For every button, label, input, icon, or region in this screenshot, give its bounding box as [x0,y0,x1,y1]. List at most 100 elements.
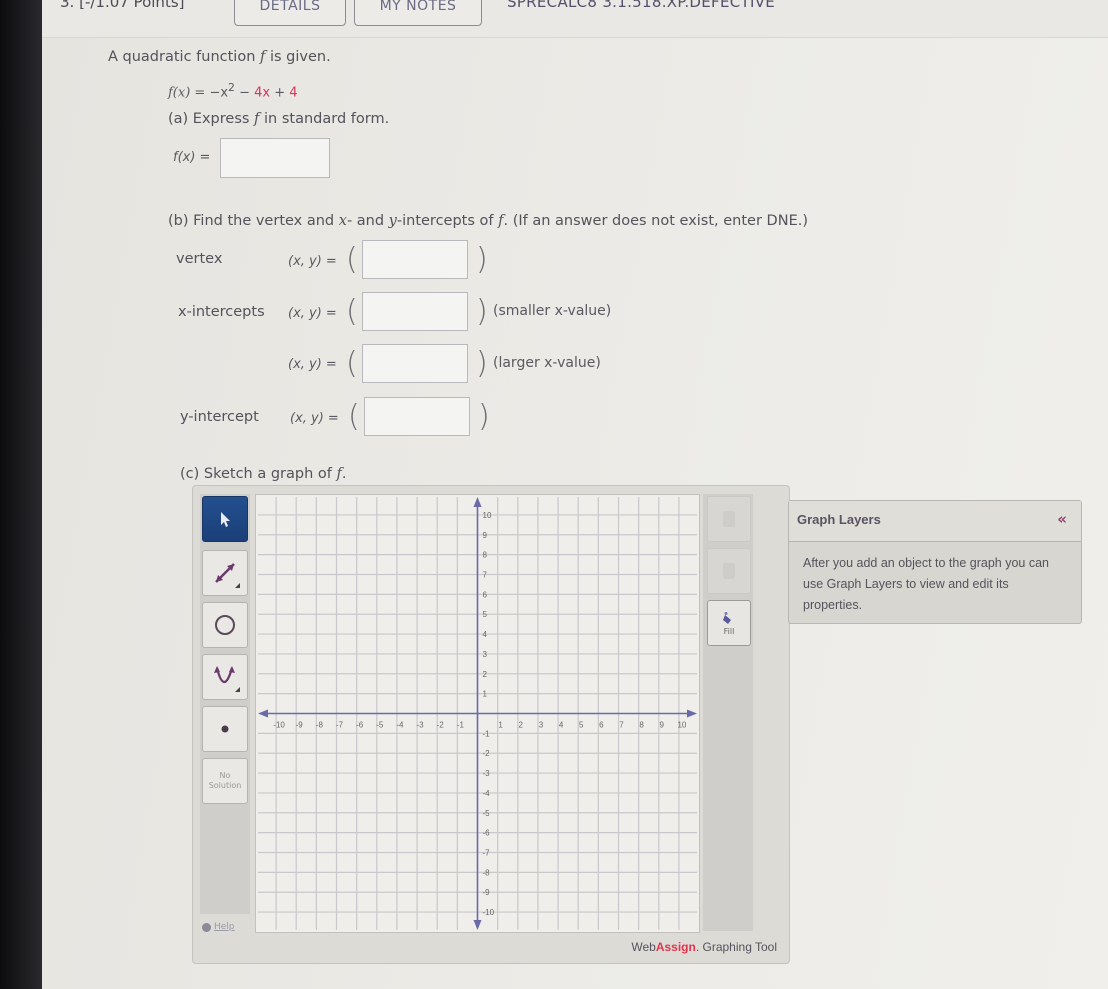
vertex-input[interactable] [362,240,468,279]
vertex-eq: (x, y) = [288,254,337,269]
details-button[interactable]: DETAILS [234,0,346,26]
smaller-x-note: (smaller x-value) [493,303,612,319]
x-tick-label: -9 [296,721,304,730]
y-tick-label: -4 [483,789,491,798]
fill-label: Fill [723,626,735,636]
standard-form-input[interactable] [220,138,330,178]
copy-button[interactable] [707,496,751,542]
x-tick-label: 2 [519,721,524,730]
x-intercept-2-eq: (x, y) = [288,357,337,372]
graph-layers-help-text: After you add an object to the graph you… [803,556,1050,612]
copy-icon [723,511,735,527]
y-tick-label: 4 [483,630,488,639]
y-tick-label: -10 [483,908,495,917]
coordinate-grid[interactable]: -10 -9 -8 -7 -6 -5 -4 -3 -2 -1 1 2 3 4 5 6 7 8 9 10 10 9 8 7 6 5 4… [256,495,699,932]
x-tick-label: -6 [356,721,364,730]
point-tool-button[interactable] [202,706,248,752]
y-tick-label: -7 [483,849,491,858]
y-tick-label: -6 [483,829,491,838]
vertex-label: vertex [176,251,223,267]
x-tick-label: -4 [396,721,404,730]
x-tick-label: -7 [336,721,344,730]
y-tick-label: -1 [483,729,491,738]
graph-canvas[interactable]: -10 -9 -8 -7 -6 -5 -4 -3 -2 -1 1 2 3 4 5 6 7 8 9 10 10 9 8 7 6 5 4… [255,494,700,933]
question-points: 3. [-/1.07 Points] [60,0,185,11]
circle-tool-button[interactable] [202,602,248,648]
my-notes-button[interactable]: MY NOTES [354,0,482,26]
open-paren: ( [346,346,358,381]
fill-button[interactable]: Fill [707,600,751,646]
y-tick-label: -3 [483,769,491,778]
open-paren: ( [348,399,360,434]
help-link[interactable]: Help [202,922,235,932]
open-paren: ( [346,294,358,329]
part-b-prompt: (b) Find the vertex and x- and y-interce… [168,213,808,229]
y-tick-label: -5 [483,809,491,818]
y-axis-up-arrow [473,497,482,507]
assignment-page: 3. [-/1.07 Points] DETAILS MY NOTES SPRE… [42,0,1108,989]
y-intercept-eq: (x, y) = [290,411,339,426]
x-tick-label: -1 [457,721,465,730]
x-tick-label: -5 [376,721,384,730]
x-tick-label: 8 [639,721,644,730]
help-icon [202,922,211,932]
no-solution-button[interactable]: No Solution [202,758,248,804]
x-tick-label: 3 [539,721,544,730]
y-tick-label: 3 [483,650,488,659]
line-tool-button[interactable] [202,550,248,596]
graph-layers-panel: Graph Layers « After you add an object t… [788,500,1082,624]
graph-layers-title: Graph Layers [797,512,881,527]
x-tick-label: 9 [660,721,665,730]
x-tick-label: 10 [677,721,686,730]
y-tick-label: 9 [483,531,488,540]
x-tick-label: -8 [316,721,324,730]
x-tick-label: -3 [417,721,425,730]
x-intercepts-label: x-intercepts [178,304,265,320]
screen-bezel [0,0,42,989]
line-icon [215,563,240,588]
delete-button[interactable] [707,548,751,594]
paint-bucket-icon [723,611,731,624]
x-tick-label: 7 [619,721,624,730]
part-a-label: f(x) = [173,150,211,165]
x-intercept-smaller-input[interactable] [362,292,468,331]
select-tool-button[interactable] [202,496,248,542]
help-label: Help [214,922,235,932]
graph-layers-header: Graph Layers « [789,501,1081,542]
arrow-cursor-icon [221,512,230,527]
y-intercept-input[interactable] [364,397,470,436]
graphing-tool: No Solution Help -10 -9 -8 -7 -6 -5 -4 -3 -2 -1 1 2… [192,485,790,964]
parabola-icon [214,666,240,692]
close-paren: ) [478,399,490,434]
close-paren: ) [476,242,488,277]
x-axis-right-arrow [687,709,697,718]
y-tick-label: 5 [483,610,488,619]
question-header: 3. [-/1.07 Points] DETAILS MY NOTES SPRE… [42,0,1108,38]
x-intercept-1-eq: (x, y) = [288,306,337,321]
parabola-tool-button[interactable] [202,654,248,700]
y-intercept-label: y-intercept [180,409,259,425]
x-intercept-larger-input[interactable] [362,344,468,383]
y-tick-label: -9 [483,888,491,897]
larger-x-note: (larger x-value) [493,355,601,371]
y-axis-down-arrow [473,920,482,930]
x-axis-left-arrow [258,709,268,718]
x-tick-label: -2 [437,721,445,730]
open-paren: ( [346,242,358,277]
edit-palette: Fill [703,494,753,931]
close-paren: ) [476,294,488,329]
circle-icon [215,615,235,635]
part-c-prompt: (c) Sketch a graph of f. [180,466,347,482]
y-tick-label: 8 [483,551,488,560]
y-tick-label: 1 [483,690,488,699]
no-solution-label-2: Solution [208,781,242,790]
point-icon [221,725,229,733]
trash-icon [723,563,735,579]
close-paren: ) [476,346,488,381]
tool-palette: No Solution Help [200,494,250,932]
collapse-icon[interactable]: « [1057,510,1067,528]
intro-text: A quadratic function f is given. [108,49,331,65]
y-tick-label: 6 [483,590,488,599]
webassign-branding: WebAssign. Graphing Tool [631,940,777,954]
x-tick-label: 5 [579,721,584,730]
